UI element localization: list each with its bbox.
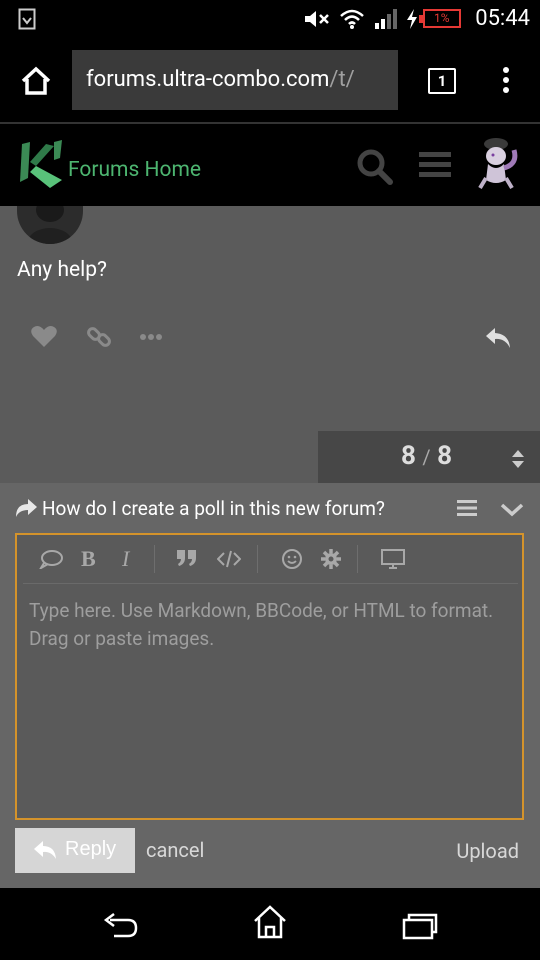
home-button-icon[interactable]	[252, 904, 288, 940]
post-body: Any help?	[17, 258, 107, 282]
editor: B I Type here. Use Markdown, BBCode, or …	[15, 533, 524, 820]
share-link-icon[interactable]	[86, 324, 112, 350]
recent-apps-icon[interactable]	[402, 912, 438, 940]
quote-bubble-icon[interactable]	[39, 549, 63, 569]
url-path: /t/	[329, 67, 355, 92]
upload-link[interactable]: Upload	[456, 839, 519, 863]
hamburger-icon[interactable]	[418, 150, 452, 180]
charging-icon	[407, 9, 417, 29]
composer-topic-title: How do I create a poll in this new forum…	[42, 497, 385, 520]
progress-total: 8	[437, 441, 452, 471]
post-avatar[interactable]	[17, 206, 83, 244]
bold-button[interactable]: B	[81, 547, 96, 571]
reply-arrow-icon[interactable]	[484, 326, 512, 350]
reply-button[interactable]: Reply	[15, 828, 135, 873]
mute-icon	[305, 11, 329, 27]
status-bar: 1% 05:44	[0, 0, 540, 38]
battery-percent: 1%	[434, 11, 450, 25]
browser-menu-icon[interactable]	[500, 66, 512, 94]
up-down-toggle-icon[interactable]	[511, 449, 525, 469]
progress-counter: 8 / 8	[401, 441, 452, 471]
wifi-icon	[340, 9, 364, 29]
system-nav-bar	[0, 888, 540, 960]
ki-logo[interactable]: KI	[16, 138, 68, 194]
more-actions-icon[interactable]	[140, 333, 162, 341]
reply-textarea[interactable]: Type here. Use Markdown, BBCode, or HTML…	[29, 597, 499, 653]
code-icon[interactable]	[217, 550, 241, 568]
composer-options-icon[interactable]	[456, 499, 478, 517]
tab-count: 1	[437, 72, 447, 90]
collapse-chevron-icon[interactable]	[500, 503, 524, 517]
gear-icon[interactable]	[320, 548, 342, 570]
url-host: forums.ultra-combo.com	[86, 67, 330, 92]
site-header: KI Forums Home	[0, 122, 540, 206]
emoji-icon[interactable]	[281, 548, 303, 570]
preview-monitor-icon[interactable]	[381, 549, 405, 569]
editor-toolbar: B I	[17, 535, 522, 583]
forums-home-link[interactable]: Forums Home	[68, 158, 201, 182]
browser-toolbar: forums.ultra-combo.com/t/ 1	[0, 38, 540, 122]
italic-button[interactable]: I	[122, 547, 129, 571]
share-reply-icon	[16, 499, 37, 517]
progress-current: 8	[400, 441, 416, 471]
blockquote-icon[interactable]	[176, 549, 198, 567]
cancel-link[interactable]: cancel	[146, 838, 204, 862]
signal-icon	[375, 9, 397, 29]
reply-composer: How do I create a poll in this new forum…	[0, 483, 540, 888]
url-bar[interactable]: forums.ultra-combo.com/t/	[72, 50, 398, 110]
back-icon[interactable]	[102, 910, 138, 940]
search-icon[interactable]	[356, 148, 394, 186]
home-icon[interactable]	[20, 66, 52, 96]
battery-icon: 1%	[419, 9, 461, 28]
tab-switcher-button[interactable]: 1	[428, 68, 456, 94]
user-avatar[interactable]	[470, 134, 522, 200]
topic-progress[interactable]: 8 / 8	[318, 431, 540, 483]
reply-button-icon	[34, 841, 56, 859]
progress-separator: /	[422, 445, 431, 469]
sd-card-icon	[18, 8, 36, 30]
like-heart-icon[interactable]	[30, 325, 58, 349]
status-time: 05:44	[475, 6, 530, 31]
reply-button-label: Reply	[65, 838, 117, 860]
